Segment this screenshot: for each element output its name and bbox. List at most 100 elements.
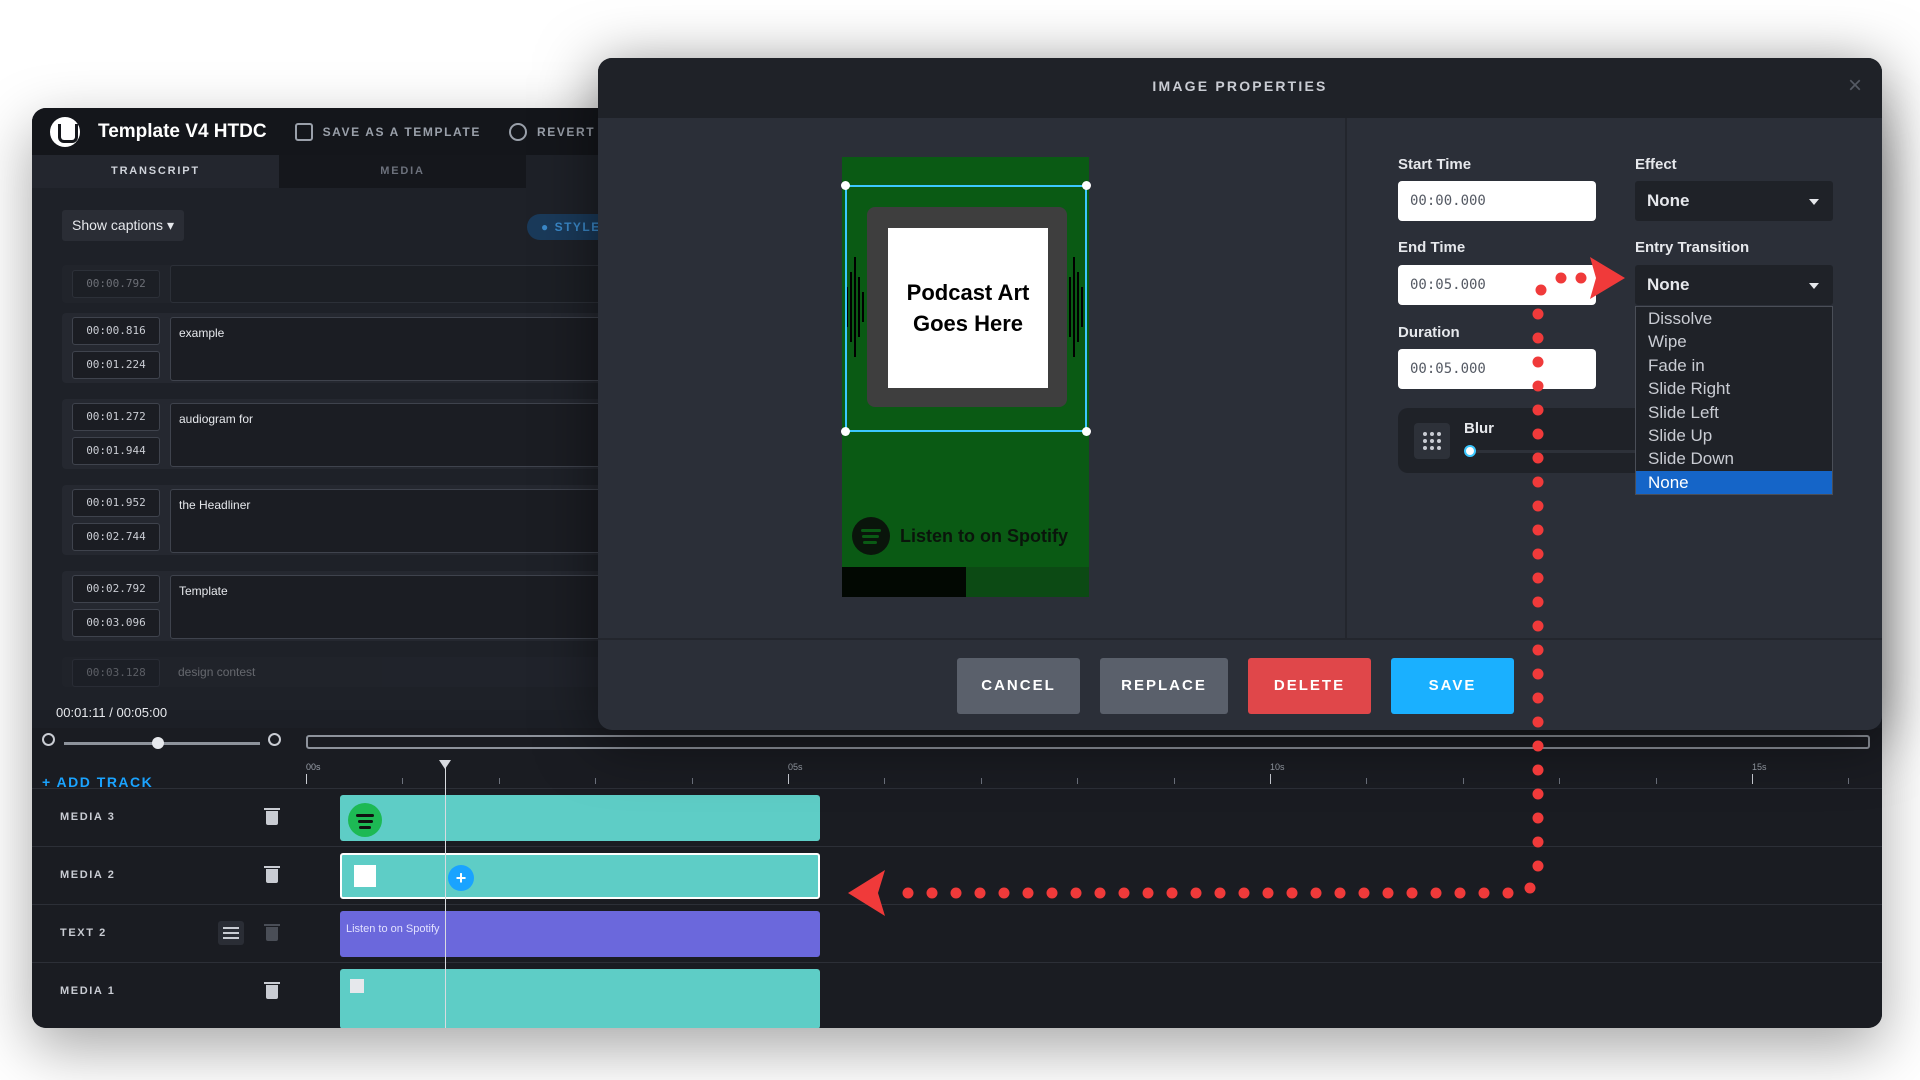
caption-start-time[interactable]: 00:02.792 xyxy=(72,575,160,603)
playhead[interactable] xyxy=(439,760,451,1028)
save-as-template-label: SAVE AS A TEMPLATE xyxy=(322,124,481,139)
resize-handle[interactable] xyxy=(841,181,850,190)
caption-row[interactable]: 00:00.816 00:01.224 example xyxy=(62,313,632,383)
option-wipe[interactable]: Wipe xyxy=(1636,330,1832,353)
option-slide-left[interactable]: Slide Left xyxy=(1636,401,1832,424)
trash-icon[interactable] xyxy=(264,865,280,883)
image-preview: Podcast Art Goes Here Listen to on Spoti… xyxy=(841,157,1091,597)
ruler-tick xyxy=(788,774,789,784)
spotify-caption: Listen to on Spotify xyxy=(852,517,1068,555)
caption-start-time[interactable]: 00:03.128 xyxy=(72,659,160,687)
resize-handle[interactable] xyxy=(1082,181,1091,190)
style-label: STYLE xyxy=(554,220,601,234)
save-button[interactable]: SAVE xyxy=(1391,658,1514,714)
media-clip[interactable] xyxy=(340,969,820,1028)
caption-row[interactable]: 00:00.792 xyxy=(62,265,632,303)
delete-button[interactable]: DELETE xyxy=(1248,658,1371,714)
option-fade-in[interactable]: Fade in xyxy=(1636,354,1832,377)
add-keyframe-icon[interactable]: + xyxy=(448,865,474,891)
spotify-text: Listen to on Spotify xyxy=(900,525,1068,546)
tab-transcript[interactable]: TRANSCRIPT xyxy=(32,155,279,188)
track-label: MEDIA 3 xyxy=(60,811,116,823)
spotify-icon xyxy=(852,517,890,555)
selection-box[interactable] xyxy=(841,181,1091,436)
selected-media-clip[interactable]: + xyxy=(340,853,820,899)
ruler-label: 05s xyxy=(788,762,803,772)
time-readout: 00:01:11 / 00:05:00 xyxy=(56,705,168,720)
option-none[interactable]: None xyxy=(1636,470,1832,495)
trash-icon[interactable] xyxy=(264,807,280,825)
caption-row[interactable]: 00:03.128 design contest xyxy=(62,657,632,687)
revert-label: REVERT xyxy=(536,124,596,139)
revert-button[interactable]: REVERT xyxy=(508,122,596,141)
caption-text[interactable]: Template xyxy=(170,575,632,639)
caption-row[interactable]: 00:01.272 00:01.944 audiogram for xyxy=(62,399,632,469)
caption-end-time[interactable]: 00:02.744 xyxy=(72,523,160,551)
blur-slider-handle[interactable] xyxy=(1464,445,1476,457)
option-dissolve[interactable]: Dissolve xyxy=(1636,307,1832,330)
blur-slider[interactable] xyxy=(1468,450,1658,453)
caption-start-time[interactable]: 00:01.272 xyxy=(72,403,160,431)
caption-text[interactable]: example xyxy=(170,317,632,381)
media-clip[interactable] xyxy=(340,795,820,841)
duration-input[interactable]: 00:05.000 xyxy=(1398,349,1596,389)
timeline-scrollbar[interactable] xyxy=(306,735,1870,749)
caption-end-time[interactable]: 00:01.944 xyxy=(72,437,160,465)
divider xyxy=(1345,118,1347,638)
caption-end-time[interactable]: 00:03.096 xyxy=(72,609,160,637)
caption-text[interactable] xyxy=(170,265,632,303)
modal-header: IMAGE PROPERTIES × xyxy=(598,58,1882,118)
transcript-panel: TRANSCRIPT MEDIA Show captions ▾ ● STYLE… xyxy=(32,155,632,710)
entry-transition-select[interactable]: None xyxy=(1635,265,1833,305)
caption-text[interactable]: audiogram for xyxy=(170,403,632,467)
project-title[interactable]: Template V4 HTDC xyxy=(98,121,267,143)
ruler-label: 15s xyxy=(1752,762,1767,772)
resize-handle[interactable] xyxy=(1082,427,1091,436)
show-captions-dropdown[interactable]: Show captions ▾ xyxy=(62,210,184,241)
caption-row[interactable]: 00:02.792 00:03.096 Template xyxy=(62,571,632,641)
caption-text[interactable]: the Headliner xyxy=(170,489,632,553)
save-as-template-button[interactable]: SAVE AS A TEMPLATE xyxy=(294,122,481,141)
show-captions-label: Show captions xyxy=(72,217,164,233)
image-thumbnail xyxy=(354,865,376,887)
trash-icon[interactable] xyxy=(264,981,280,999)
start-time-label: Start Time xyxy=(1398,156,1472,173)
ruler-tick xyxy=(595,778,597,784)
caption-text[interactable]: design contest xyxy=(170,657,632,687)
tab-media[interactable]: MEDIA xyxy=(279,155,526,188)
start-time-input[interactable]: 00:00.000 xyxy=(1398,181,1596,221)
ruler-tick xyxy=(1655,778,1657,784)
palette-icon: ● xyxy=(541,220,555,234)
caption-row[interactable]: 00:01.952 00:02.744 the Headliner xyxy=(62,485,632,555)
end-time-input[interactable]: 00:05.000 xyxy=(1398,265,1596,305)
effect-label: Effect xyxy=(1635,156,1677,173)
zoom-slider-handle[interactable] xyxy=(152,737,164,749)
resize-handle[interactable] xyxy=(841,427,850,436)
option-slide-up[interactable]: Slide Up xyxy=(1636,424,1832,447)
option-slide-right[interactable]: Slide Right xyxy=(1636,377,1832,400)
text-clip[interactable]: Listen to on Spotify xyxy=(340,911,820,957)
close-icon[interactable]: × xyxy=(1848,72,1862,100)
cancel-button[interactable]: CANCEL xyxy=(957,658,1080,714)
caption-end-time[interactable]: 00:01.224 xyxy=(72,351,160,379)
text-settings-icon[interactable] xyxy=(218,921,244,945)
caption-start-time[interactable]: 00:00.792 xyxy=(72,270,160,298)
replace-button[interactable]: REPLACE xyxy=(1100,658,1228,714)
zoom-out-icon[interactable] xyxy=(42,733,55,746)
ruler-label: 00s xyxy=(306,762,321,772)
track-text-2: TEXT 2 Listen to on Spotify xyxy=(32,904,1882,962)
app-logo[interactable] xyxy=(50,116,80,147)
entry-transition-label: Entry Transition xyxy=(1635,239,1750,256)
modal-title: IMAGE PROPERTIES xyxy=(1152,78,1328,94)
ruler-tick xyxy=(691,778,693,784)
blur-icon xyxy=(1414,423,1450,459)
caption-start-time[interactable]: 00:01.952 xyxy=(72,489,160,517)
zoom-in-icon[interactable] xyxy=(268,733,281,746)
effect-select[interactable]: None xyxy=(1635,181,1833,221)
ruler-tick xyxy=(1270,774,1271,784)
caption-start-time[interactable]: 00:00.816 xyxy=(72,317,160,345)
track-label: TEXT 2 xyxy=(60,927,107,939)
option-slide-down[interactable]: Slide Down xyxy=(1636,447,1832,470)
timeline: + ADD TRACK 00s 05s 10s 15s MEDIA 3 MEDI… xyxy=(32,728,1882,1028)
ruler-tick xyxy=(884,778,886,784)
